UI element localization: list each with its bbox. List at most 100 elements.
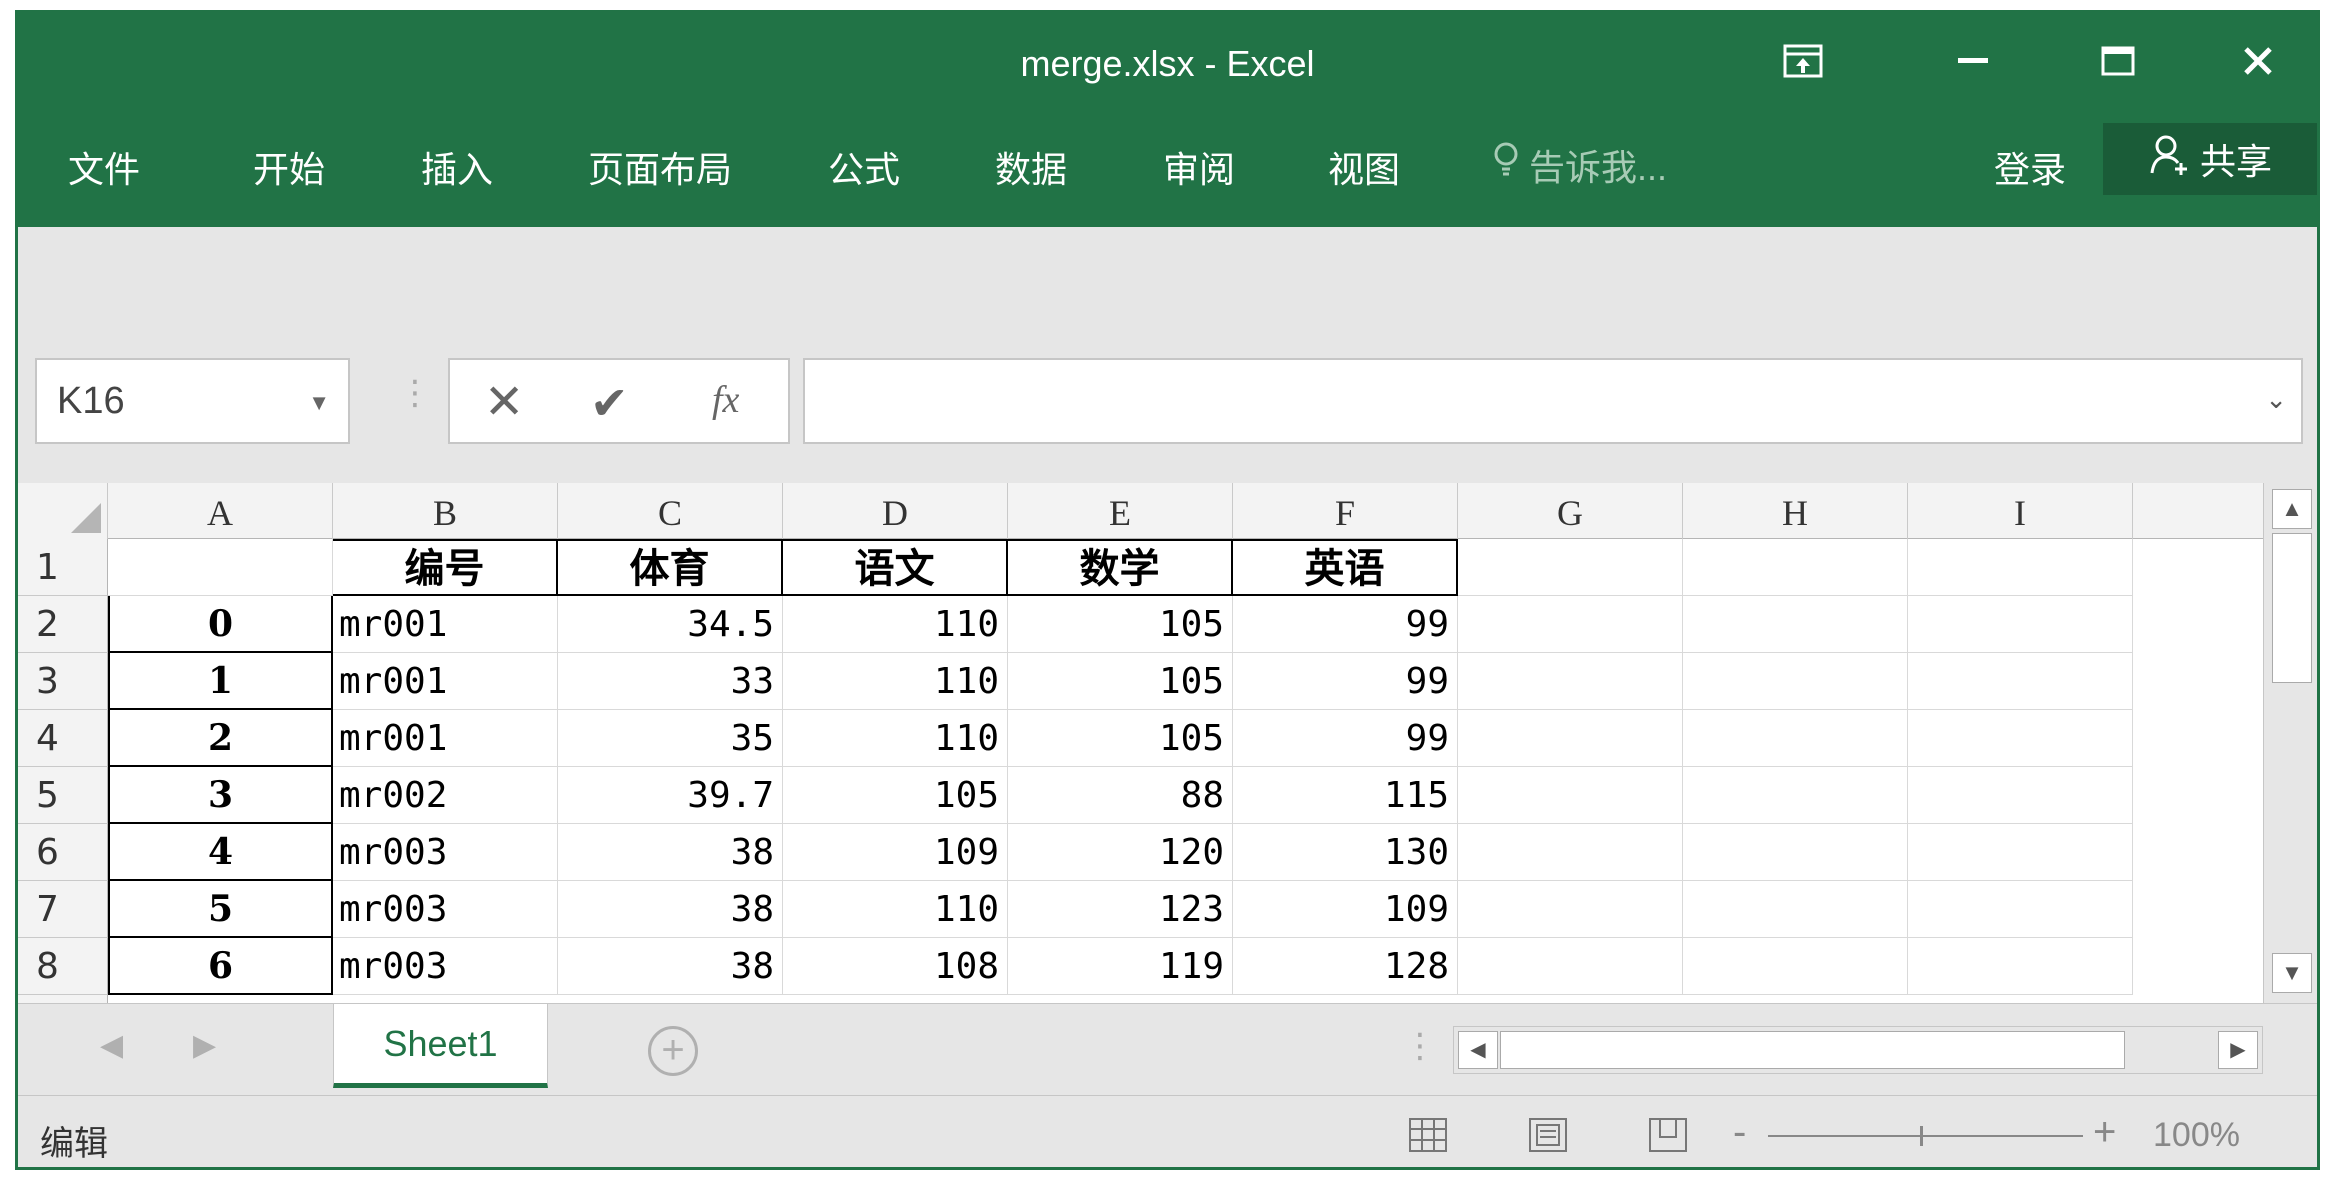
scroll-right-arrow-icon[interactable]: ▶ xyxy=(2218,1031,2258,1069)
tab-view[interactable]: 视图 xyxy=(1328,141,1400,193)
cell-h5[interactable] xyxy=(1683,767,1908,824)
cell-f3[interactable]: 99 xyxy=(1233,653,1458,710)
page-layout-view-icon[interactable] xyxy=(1523,1112,1573,1158)
cell-e6[interactable]: 120 xyxy=(1008,824,1233,881)
zoom-slider-thumb[interactable] xyxy=(1920,1126,1923,1146)
column-header-e[interactable]: E xyxy=(1008,483,1233,539)
cell-e2[interactable]: 105 xyxy=(1008,596,1233,653)
row-header-1[interactable]: 1 xyxy=(18,539,108,596)
cell-d1[interactable]: 语文 xyxy=(783,539,1008,596)
column-header-c[interactable]: C xyxy=(558,483,783,539)
row-header-8[interactable]: 8 xyxy=(18,938,108,995)
cell-d4[interactable]: 110 xyxy=(783,710,1008,767)
cell-d7[interactable]: 110 xyxy=(783,881,1008,938)
prev-sheet-arrow-icon[interactable]: ◀ xyxy=(100,1028,123,1063)
tab-review[interactable]: 审阅 xyxy=(1163,141,1235,193)
cell-e5[interactable]: 88 xyxy=(1008,767,1233,824)
cell-e3[interactable]: 105 xyxy=(1008,653,1233,710)
cell-d2[interactable]: 110 xyxy=(783,596,1008,653)
tab-file[interactable]: 文件 xyxy=(68,141,140,193)
sheet-tab-sheet1[interactable]: Sheet1 xyxy=(333,1004,548,1088)
horizontal-scrollbar[interactable]: ◀ ▶ xyxy=(1453,1026,2263,1074)
cell-i2[interactable] xyxy=(1908,596,2133,653)
enter-checkmark-icon[interactable]: ✔ xyxy=(590,376,629,430)
row-header-6[interactable]: 6 xyxy=(18,824,108,881)
column-header-i[interactable]: I xyxy=(1908,483,2133,539)
cell-h3[interactable] xyxy=(1683,653,1908,710)
cell-b8[interactable]: mr003 xyxy=(333,938,558,995)
zoom-out-button[interactable]: - xyxy=(1733,1110,1746,1155)
column-header-a[interactable]: A xyxy=(108,483,333,539)
cell-g7[interactable] xyxy=(1458,881,1683,938)
column-header-d[interactable]: D xyxy=(783,483,1008,539)
scroll-down-arrow-icon[interactable]: ▼ xyxy=(2272,953,2312,993)
cell-f8[interactable]: 128 xyxy=(1233,938,1458,995)
cell-f6[interactable]: 130 xyxy=(1233,824,1458,881)
cell-a4[interactable]: 2 xyxy=(108,710,333,767)
cancel-icon[interactable]: ✕ xyxy=(484,374,524,430)
login-link[interactable]: 登录 xyxy=(1994,141,2066,193)
ribbon-display-options-icon[interactable] xyxy=(1758,31,1848,91)
name-box-dropdown-icon[interactable]: ▼ xyxy=(308,390,330,416)
cell-i7[interactable] xyxy=(1908,881,2133,938)
cell-d3[interactable]: 110 xyxy=(783,653,1008,710)
cell-c2[interactable]: 34.5 xyxy=(558,596,783,653)
cell-g2[interactable] xyxy=(1458,596,1683,653)
cell-e7[interactable]: 123 xyxy=(1008,881,1233,938)
cell-c4[interactable]: 35 xyxy=(558,710,783,767)
zoom-in-button[interactable]: + xyxy=(2093,1110,2116,1155)
scroll-up-arrow-icon[interactable]: ▲ xyxy=(2272,489,2312,529)
spreadsheet-grid[interactable]: ABCDEFGHI 1 2 3 4 5 6 7 8 编号 体育 语文 数学 英语 0 mr001 34.5 11… xyxy=(18,483,2263,1003)
cell-h6[interactable] xyxy=(1683,824,1908,881)
cell-f1[interactable]: 英语 xyxy=(1233,539,1458,596)
row-header-3[interactable]: 3 xyxy=(18,653,108,710)
cell-i6[interactable] xyxy=(1908,824,2133,881)
add-sheet-icon[interactable]: + xyxy=(648,1026,698,1076)
vertical-scroll-thumb[interactable] xyxy=(2272,533,2312,683)
row-header-5[interactable]: 5 xyxy=(18,767,108,824)
tab-formulas[interactable]: 公式 xyxy=(828,141,900,193)
tab-data[interactable]: 数据 xyxy=(995,141,1067,193)
normal-view-icon[interactable] xyxy=(1403,1112,1453,1158)
horizontal-scroll-thumb[interactable] xyxy=(1500,1031,2125,1069)
cell-d5[interactable]: 105 xyxy=(783,767,1008,824)
expand-formula-bar-icon[interactable]: ⌄ xyxy=(2265,384,2287,415)
cell-a8[interactable]: 6 xyxy=(108,938,333,995)
cell-h2[interactable] xyxy=(1683,596,1908,653)
tab-home[interactable]: 开始 xyxy=(253,141,325,193)
cell-f2[interactable]: 99 xyxy=(1233,596,1458,653)
cell-b2[interactable]: mr001 xyxy=(333,596,558,653)
formula-input[interactable]: ⌄ xyxy=(803,358,2303,444)
cell-h7[interactable] xyxy=(1683,881,1908,938)
column-header-f[interactable]: F xyxy=(1233,483,1458,539)
cell-f5[interactable]: 115 xyxy=(1233,767,1458,824)
cell-g1[interactable] xyxy=(1458,539,1683,596)
name-box[interactable]: K16 ▼ xyxy=(35,358,350,444)
cell-i8[interactable] xyxy=(1908,938,2133,995)
cell-b3[interactable]: mr001 xyxy=(333,653,558,710)
cell-h8[interactable] xyxy=(1683,938,1908,995)
cell-c7[interactable]: 38 xyxy=(558,881,783,938)
page-break-preview-icon[interactable] xyxy=(1643,1112,1693,1158)
cell-g4[interactable] xyxy=(1458,710,1683,767)
cell-g5[interactable] xyxy=(1458,767,1683,824)
cell-b7[interactable]: mr003 xyxy=(333,881,558,938)
tab-splitter[interactable]: ⋮ xyxy=(1403,1026,1437,1066)
cell-a3[interactable]: 1 xyxy=(108,653,333,710)
cell-a2[interactable]: 0 xyxy=(108,596,333,653)
cell-c8[interactable]: 38 xyxy=(558,938,783,995)
row-header-2[interactable]: 2 xyxy=(18,596,108,653)
zoom-level[interactable]: 100% xyxy=(2153,1116,2240,1155)
zoom-slider[interactable] xyxy=(1768,1135,2083,1137)
cell-a7[interactable]: 5 xyxy=(108,881,333,938)
close-button[interactable] xyxy=(2213,31,2303,91)
cell-b4[interactable]: mr001 xyxy=(333,710,558,767)
cell-b6[interactable]: mr003 xyxy=(333,824,558,881)
cell-e4[interactable]: 105 xyxy=(1008,710,1233,767)
cell-g6[interactable] xyxy=(1458,824,1683,881)
cell-a6[interactable]: 4 xyxy=(108,824,333,881)
cell-f7[interactable]: 109 xyxy=(1233,881,1458,938)
next-sheet-arrow-icon[interactable]: ▶ xyxy=(193,1028,216,1063)
cell-c5[interactable]: 39.7 xyxy=(558,767,783,824)
share-button[interactable]: 共享 xyxy=(2103,123,2317,195)
